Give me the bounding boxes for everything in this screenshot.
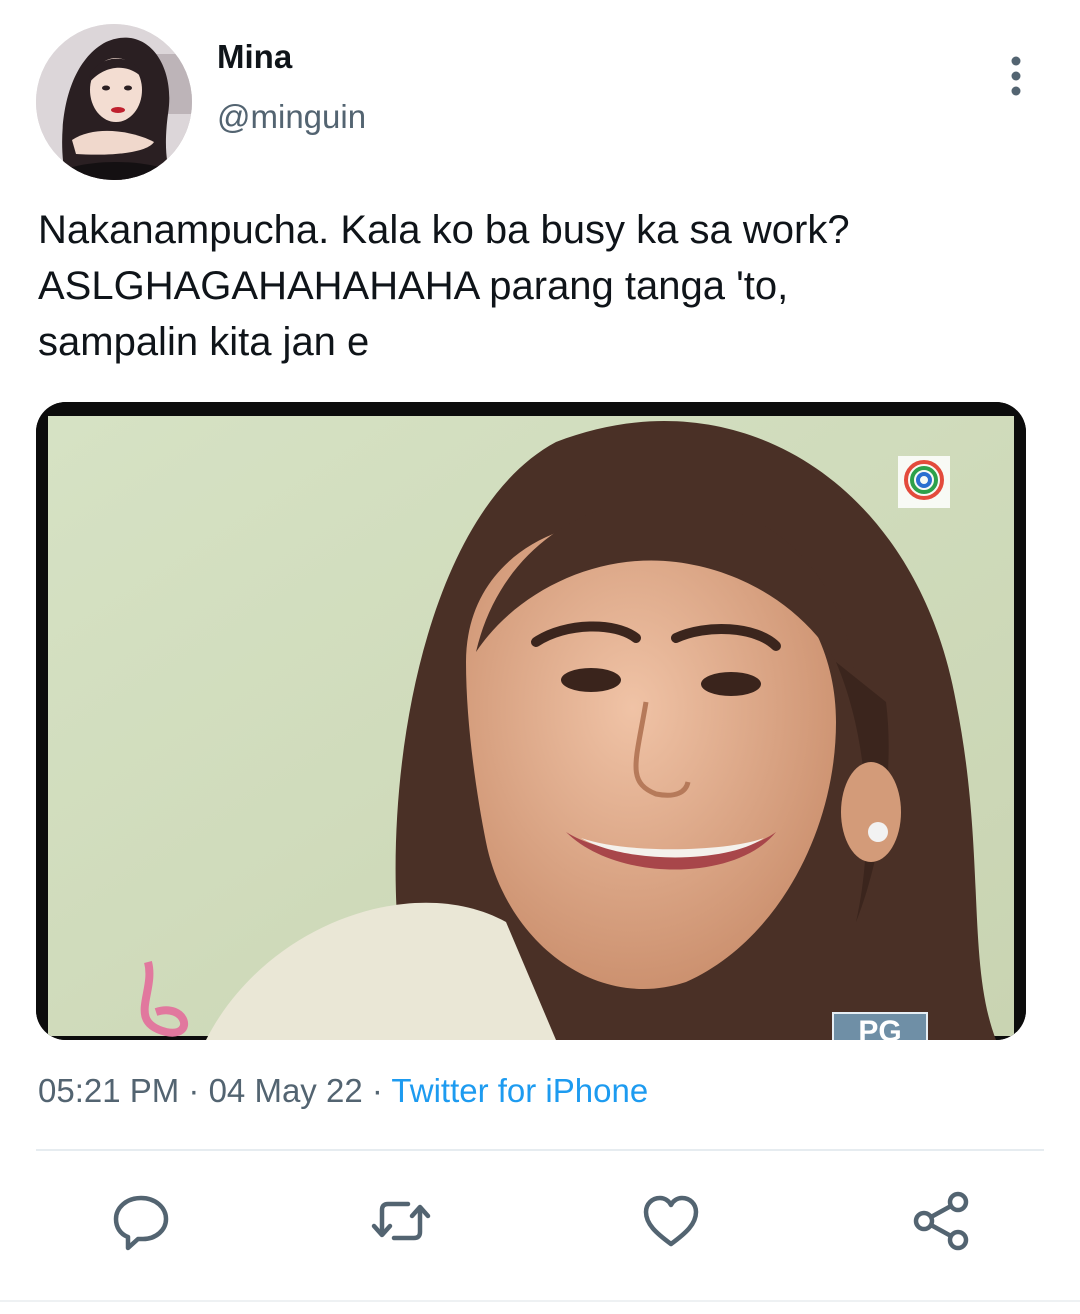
channel-logo (898, 456, 950, 508)
tweet-text-line: Nakanampucha. Kala ko ba busy ka sa work… (38, 208, 850, 252)
user-handle[interactable]: @minguin (217, 98, 366, 136)
reply-icon (113, 1195, 169, 1251)
media-image (36, 402, 1026, 1040)
tweet-time[interactable]: 05:21 PM (38, 1072, 179, 1109)
tweet-detail: Mina @minguin Nakanampucha. Kala ko ba b… (0, 0, 1080, 1314)
meta-separator: · (179, 1072, 209, 1109)
tweet-date[interactable]: 04 May 22 (209, 1072, 363, 1109)
like-button[interactable] (638, 1188, 704, 1254)
meta-separator: · (362, 1072, 392, 1109)
tweet-media[interactable]: PG (36, 402, 1026, 1040)
bottom-divider (0, 1300, 1080, 1302)
rating-badge: PG (832, 1012, 928, 1040)
more-options-button[interactable] (996, 52, 1036, 100)
tweet-source-link[interactable]: Twitter for iPhone (391, 1072, 648, 1109)
share-button[interactable] (908, 1188, 974, 1254)
reply-button[interactable] (108, 1188, 174, 1254)
tweet-text: Nakanampucha. Kala ko ba busy ka sa work… (38, 202, 1038, 370)
divider (36, 1149, 1044, 1151)
retweet-icon (371, 1201, 431, 1241)
display-name[interactable]: Mina (217, 38, 292, 76)
tweet-meta: 05:21 PM · 04 May 22 · Twitter for iPhon… (38, 1072, 648, 1110)
tweet-text-line: ASLGHAGAHAHAHAHA parang tanga 'to, (38, 264, 789, 308)
retweet-button[interactable] (368, 1188, 434, 1254)
more-vertical-icon (1011, 56, 1021, 96)
avatar-image (36, 24, 192, 180)
like-icon (643, 1195, 699, 1247)
tweet-text-line: sampalin kita jan e (38, 320, 370, 364)
share-icon (913, 1191, 969, 1251)
avatar[interactable] (36, 24, 192, 180)
